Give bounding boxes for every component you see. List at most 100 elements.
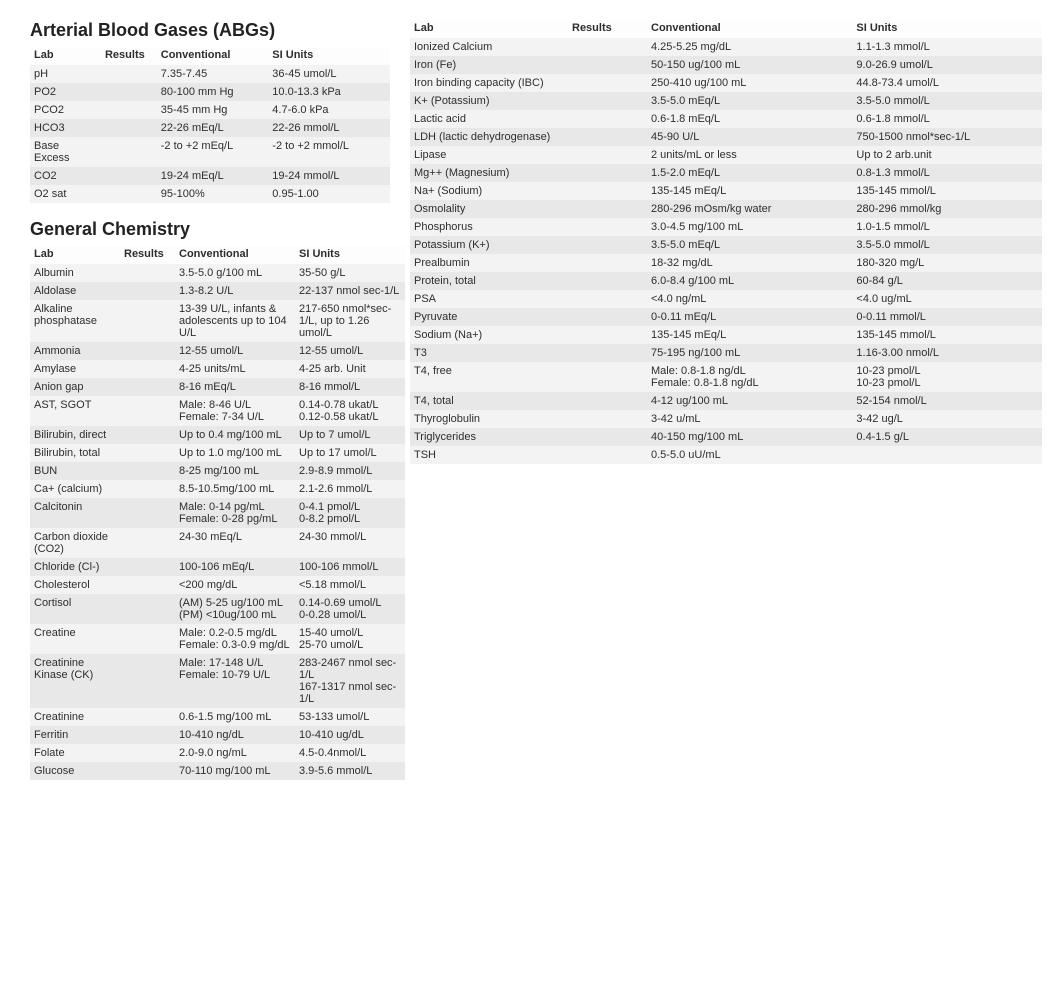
cell-si: 0.4-1.5 g/L: [852, 428, 1042, 446]
cell-lab: T4, total: [410, 392, 568, 410]
cell-si: Up to 7 umol/L: [295, 426, 405, 444]
table-row: CalcitoninMale: 0-14 pg/mLFemale: 0-28 p…: [30, 498, 405, 528]
table-row: Ferritin10-410 ng/dL10-410 ug/dL: [30, 726, 405, 744]
cell-si: 52-154 nmol/L: [852, 392, 1042, 410]
cell-conv: 12-55 umol/L: [175, 342, 295, 360]
cell-lab: Base Excess: [30, 137, 101, 167]
cell-si: 10.0-13.3 kPa: [268, 83, 390, 101]
cell-res: [120, 342, 175, 360]
cell-res: [568, 446, 647, 464]
cell-conv: 8.5-10.5mg/100 mL: [175, 480, 295, 498]
cell-lab: Ionized Calcium: [410, 38, 568, 56]
cell-si: 280-296 mmol/kg: [852, 200, 1042, 218]
cell-lab: Aldolase: [30, 282, 120, 300]
cell-conv: <200 mg/dL: [175, 576, 295, 594]
cell-lab: Triglycerides: [410, 428, 568, 446]
cell-res: [101, 101, 157, 119]
cell-lab: Sodium (Na+): [410, 326, 568, 344]
cell-si: 3.9-5.6 mmol/L: [295, 762, 405, 780]
cell-lab: Na+ (Sodium): [410, 182, 568, 200]
cell-res: [120, 282, 175, 300]
table-row: Iron (Fe)50-150 ug/100 mL9.0-26.9 umol/L: [410, 56, 1042, 74]
cell-res: [568, 146, 647, 164]
cell-conv: 24-30 mEq/L: [175, 528, 295, 558]
cell-conv: 19-24 mEq/L: [157, 167, 269, 185]
cell-conv: 8-16 mEq/L: [175, 378, 295, 396]
cell-lab: Ferritin: [30, 726, 120, 744]
cell-si: 4-25 arb. Unit: [295, 360, 405, 378]
gc-right-body: Ionized Calcium4.25-5.25 mg/dL1.1-1.3 mm…: [410, 38, 1042, 464]
cell-si: Up to 2 arb.unit: [852, 146, 1042, 164]
cell-conv: 3.5-5.0 mEq/L: [647, 236, 852, 254]
col-si: SI Units: [268, 47, 390, 65]
cell-conv: 10-410 ng/dL: [175, 726, 295, 744]
cell-res: [568, 128, 647, 146]
cell-lab: Potassium (K+): [410, 236, 568, 254]
table-row: Ammonia12-55 umol/L12-55 umol/L: [30, 342, 405, 360]
table-row: Mg++ (Magnesium) 1.5-2.0 mEq/L0.8-1.3 mmo…: [410, 164, 1042, 182]
cell-si: 19-24 mmol/L: [268, 167, 390, 185]
cell-res: [568, 56, 647, 74]
table-row: Aldolase1.3-8.2 U/L22-137 nmol sec-1/L: [30, 282, 405, 300]
cell-conv: 135-145 mEq/L: [647, 326, 852, 344]
table-row: Base Excess-2 to +2 mEq/L-2 to +2 mmol/L: [30, 137, 390, 167]
cell-si: 2.9-8.9 mmol/L: [295, 462, 405, 480]
cell-lab: Mg++ (Magnesium): [410, 164, 568, 182]
table-row: Folate2.0-9.0 ng/mL4.5-0.4nmol/L: [30, 744, 405, 762]
table-row: Sodium (Na+)135-145 mEq/L135-145 mmol/L: [410, 326, 1042, 344]
cell-res: [568, 308, 647, 326]
cell-si: 2.1-2.6 mmol/L: [295, 480, 405, 498]
cell-conv: 6.0-8.4 g/100 mL: [647, 272, 852, 290]
cell-res: [568, 92, 647, 110]
cell-si: -2 to +2 mmol/L: [268, 137, 390, 167]
table-row: PSA<4.0 ng/mL<4.0 ug/mL: [410, 290, 1042, 308]
cell-conv: 1.5-2.0 mEq/L: [647, 164, 852, 182]
table-row: PCO235-45 mm Hg4.7-6.0 kPa: [30, 101, 390, 119]
cell-res: [568, 410, 647, 428]
table-row: Amylase4-25 units/mL4-25 arb. Unit: [30, 360, 405, 378]
cell-conv: 0.6-1.5 mg/100 mL: [175, 708, 295, 726]
cell-res: [120, 762, 175, 780]
cell-si: 3-42 ug/L: [852, 410, 1042, 428]
cell-res: [120, 444, 175, 462]
cell-si: 0-4.1 pmol/L0-8.2 pmol/L: [295, 498, 405, 528]
cell-si: 0-0.11 mmol/L: [852, 308, 1042, 326]
cell-lab: Lipase: [410, 146, 568, 164]
cell-conv: Male: 8-46 U/LFemale: 7-34 U/L: [175, 396, 295, 426]
cell-conv: 3.0-4.5 mg/100 mL: [647, 218, 852, 236]
col-si: SI Units: [852, 20, 1042, 38]
table-row: PO2 80-100 mm Hg10.0-13.3 kPa: [30, 83, 390, 101]
cell-res: [568, 362, 647, 392]
cell-lab: Creatinine: [30, 708, 120, 726]
cell-conv: 250-410 ug/100 mL: [647, 74, 852, 92]
cell-conv: 135-145 mEq/L: [647, 182, 852, 200]
cell-lab: Alkaline phosphatase: [30, 300, 120, 342]
abg-title: Arterial Blood Gases (ABGs): [30, 20, 390, 41]
cell-res: [101, 167, 157, 185]
cell-conv: Up to 0.4 mg/100 mL: [175, 426, 295, 444]
cell-si: 100-106 mmol/L: [295, 558, 405, 576]
table-row: CO219-24 mEq/L19-24 mmol/L: [30, 167, 390, 185]
cell-conv: 80-100 mm Hg: [157, 83, 269, 101]
table-row: Ionized Calcium4.25-5.25 mg/dL1.1-1.3 mm…: [410, 38, 1042, 56]
cell-conv: 3.5-5.0 mEq/L: [647, 92, 852, 110]
col-conventional: Conventional: [157, 47, 269, 65]
cell-lab: K+ (Potassium): [410, 92, 568, 110]
cell-si: 0.8-1.3 mmol/L: [852, 164, 1042, 182]
table-row: T4, freeMale: 0.8-1.8 ng/dLFemale: 0.8-1…: [410, 362, 1042, 392]
cell-res: [568, 428, 647, 446]
table-row: Phosphorus3.0-4.5 mg/100 mL1.0-1.5 mmol/…: [410, 218, 1042, 236]
cell-res: [120, 378, 175, 396]
cell-si: 9.0-26.9 umol/L: [852, 56, 1042, 74]
cell-si: 0.14-0.69 umol/L0-0.28 umol/L: [295, 594, 405, 624]
cell-conv: 4.25-5.25 mg/dL: [647, 38, 852, 56]
table-row: Glucose70-110 mg/100 mL3.9-5.6 mmol/L: [30, 762, 405, 780]
cell-res: [120, 624, 175, 654]
cell-lab: PSA: [410, 290, 568, 308]
cell-res: [120, 498, 175, 528]
cell-si: 24-30 mmol/L: [295, 528, 405, 558]
cell-res: [120, 480, 175, 498]
cell-lab: Glucose: [30, 762, 120, 780]
cell-lab: PO2: [30, 83, 101, 101]
cell-conv: 1.3-8.2 U/L: [175, 282, 295, 300]
